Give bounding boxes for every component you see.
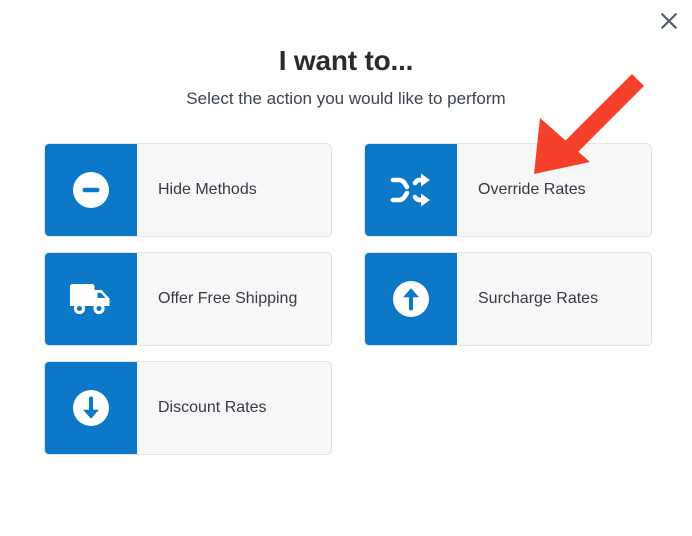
action-card-override-rates[interactable]: Override Rates <box>364 143 652 237</box>
action-card-label: Hide Methods <box>158 181 257 198</box>
action-card-discount-rates[interactable]: Discount Rates <box>44 361 332 455</box>
page-subtitle: Select the action you would like to perf… <box>186 89 506 108</box>
action-card-hide-methods[interactable]: Hide Methods <box>44 143 332 237</box>
action-chooser-dialog: I want to... Select the action you would… <box>0 0 692 536</box>
action-card-label: Discount Rates <box>158 399 267 416</box>
action-card-label: Override Rates <box>478 181 586 198</box>
dialog-heading: I want to... Select the action you would… <box>0 44 692 111</box>
action-grid: Hide Methods Override Rates Offer Free S… <box>44 143 652 455</box>
arrow-up-circle-icon <box>365 253 457 345</box>
close-icon <box>659 11 679 31</box>
shuffle-icon <box>365 144 457 236</box>
close-button[interactable] <box>654 6 684 36</box>
delivery-truck-icon <box>45 253 137 345</box>
action-card-label: Surcharge Rates <box>478 290 599 307</box>
arrow-down-circle-icon <box>45 362 137 454</box>
page-title: I want to... <box>278 45 414 76</box>
minus-circle-icon <box>45 144 137 236</box>
action-card-label: Offer Free Shipping <box>158 290 298 307</box>
action-card-offer-free-shipping[interactable]: Offer Free Shipping <box>44 252 332 346</box>
action-card-surcharge-rates[interactable]: Surcharge Rates <box>364 252 652 346</box>
